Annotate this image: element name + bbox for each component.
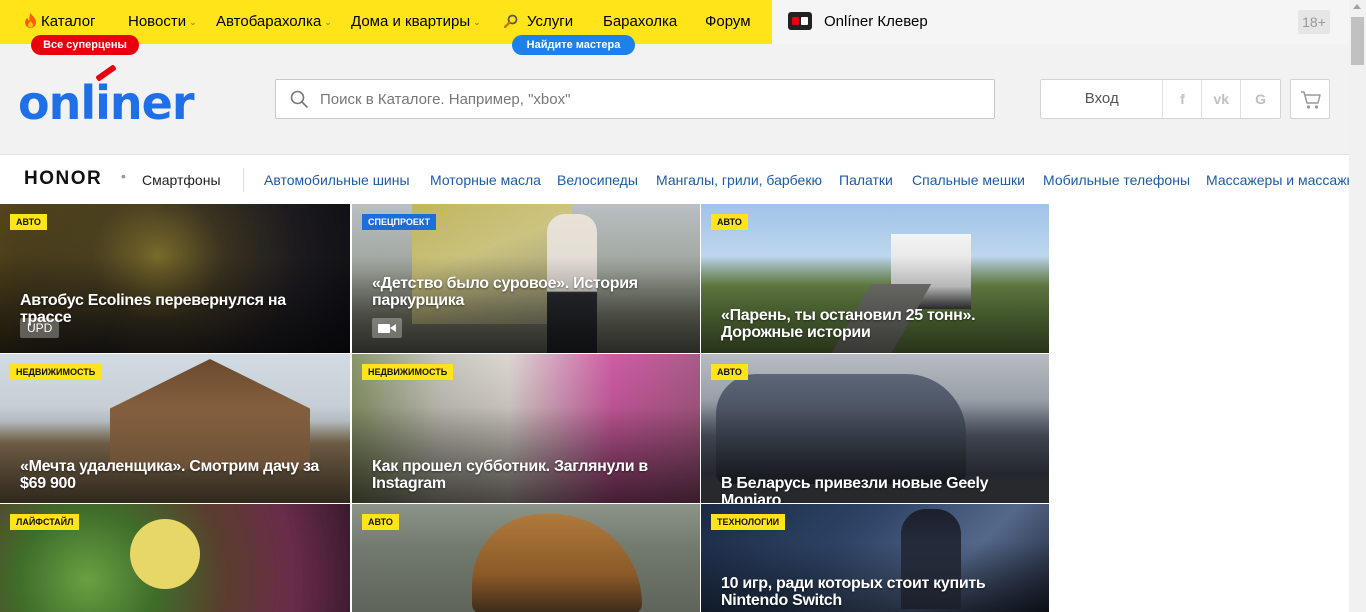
- news-tag[interactable]: Авто: [362, 514, 399, 530]
- nav-catalog[interactable]: Каталог: [24, 13, 96, 30]
- news-card[interactable]: Недвижимость Как прошел субботник. Загля…: [352, 354, 700, 503]
- nav-auto-market-label: Автобарахолка: [216, 13, 322, 30]
- news-card[interactable]: Авто В Беларусь привезли новые Geely Mon…: [701, 354, 1049, 503]
- page-scrollbar[interactable]: [1349, 0, 1366, 612]
- news-tag[interactable]: Лайфстайл: [10, 514, 80, 530]
- video-camera-icon: [372, 318, 402, 338]
- nav-services-label: Услуги: [527, 13, 574, 30]
- catalog-strip: HONOR • Смартфоны Автомобильные шины Мот…: [0, 154, 1349, 204]
- chevron-down-icon: ⌄: [473, 17, 481, 27]
- smartphones-link[interactable]: Смартфоны: [142, 172, 221, 188]
- nav-flea-market[interactable]: Барахолка: [603, 13, 677, 30]
- news-tag[interactable]: Авто: [10, 214, 47, 230]
- google-icon[interactable]: G: [1241, 80, 1280, 118]
- facebook-icon[interactable]: f: [1163, 80, 1203, 118]
- lemon-shape: [130, 519, 200, 589]
- nav-catalog-label: Каталог: [41, 13, 96, 30]
- nav-forum-label: Форум: [705, 13, 751, 30]
- find-master-badge[interactable]: Найдите мастера: [512, 35, 635, 55]
- scroll-up-arrow-icon[interactable]: [1353, 4, 1361, 9]
- news-grid: Авто Автобус Ecolines перевернулся на тр…: [0, 204, 1049, 612]
- nav-flea-market-label: Барахолка: [603, 13, 678, 30]
- login-button[interactable]: Вход: [1041, 80, 1164, 118]
- honor-brand-link[interactable]: HONOR: [24, 168, 102, 190]
- news-title[interactable]: «Парень, ты остановил 25 тонн». Дорожные…: [721, 307, 1031, 341]
- strip-link-mobile-phones[interactable]: Мобильные телефоны: [1043, 172, 1190, 188]
- news-tag[interactable]: Авто: [711, 364, 748, 380]
- news-card[interactable]: Авто Автобус Ecolines перевернулся на тр…: [0, 204, 350, 353]
- news-tag[interactable]: Недвижимость: [10, 364, 102, 380]
- superprices-badge[interactable]: Все суперцены: [31, 35, 139, 55]
- news-tag[interactable]: Недвижимость: [362, 364, 454, 380]
- catalog-search: [275, 79, 995, 119]
- news-card[interactable]: Недвижимость «Мечта удаленщика». Смотрим…: [0, 354, 350, 503]
- strip-link-tires[interactable]: Автомобильные шины: [264, 172, 410, 188]
- nav-auto-market[interactable]: Автобарахолка ⌄: [216, 13, 332, 30]
- news-title[interactable]: 10 игр, ради которых стоит купить Ninten…: [721, 575, 1031, 609]
- search-input[interactable]: [320, 80, 980, 118]
- strip-dot: •: [121, 168, 126, 184]
- vk-icon[interactable]: vk: [1202, 80, 1242, 118]
- chevron-down-icon: ⌄: [324, 17, 332, 27]
- klever-link[interactable]: Onlíner Клевер: [788, 12, 928, 30]
- news-card[interactable]: Авто: [352, 504, 700, 612]
- news-title[interactable]: В Беларусь привезли новые Geely Monjaro: [721, 475, 1031, 503]
- chevron-down-icon: ⌄: [189, 17, 197, 27]
- nav-forum[interactable]: Форум: [705, 13, 751, 30]
- news-card[interactable]: Технологии 10 игр, ради которых стоит ку…: [701, 504, 1049, 612]
- cart-icon: [1300, 90, 1322, 110]
- strip-link-grills[interactable]: Мангалы, грили, барбекю: [656, 172, 822, 188]
- news-title[interactable]: Как прошел субботник. Заглянули в Instag…: [372, 458, 682, 492]
- auth-panel: Вход f vk G: [1040, 79, 1281, 119]
- nav-realty-label: Дома и квартиры: [351, 13, 471, 30]
- top-bar: Каталог Новости ⌄ Автобарахолка ⌄ Дома и к…: [0, 0, 1349, 44]
- news-tag[interactable]: Спецпроект: [362, 214, 437, 230]
- cart-button[interactable]: [1290, 79, 1330, 119]
- news-title[interactable]: «Детство было суровое». История паркурщи…: [372, 275, 682, 309]
- news-card[interactable]: Авто «Парень, ты остановил 25 тонн». Дор…: [701, 204, 1049, 353]
- flame-icon: [24, 13, 37, 28]
- nav-services[interactable]: Услуги: [503, 13, 574, 30]
- nav-realty[interactable]: Дома и квартиры ⌄: [351, 13, 481, 30]
- news-title[interactable]: Автобус Ecolines перевернулся на трассе: [20, 292, 330, 326]
- nav-news[interactable]: Новости ⌄: [128, 13, 197, 30]
- strip-link-bicycles[interactable]: Велосипеды: [557, 172, 638, 188]
- onliner-logo[interactable]: onliner: [18, 76, 195, 130]
- magnifier-icon: [503, 14, 518, 29]
- strip-link-motor-oils[interactable]: Моторные масла: [430, 172, 541, 188]
- klever-label: Onlíner Клевер: [824, 12, 928, 30]
- news-card[interactable]: Лайфстайл: [0, 504, 350, 612]
- strip-link-tents[interactable]: Палатки: [839, 172, 893, 188]
- nav-news-label: Новости: [128, 13, 187, 30]
- strip-link-massagers[interactable]: Массажеры и массажные: [1206, 172, 1349, 188]
- klever-card-icon: [788, 12, 812, 30]
- update-badge: UPD: [20, 318, 60, 338]
- news-card[interactable]: Спецпроект «Детство было суровое». Истор…: [352, 204, 700, 353]
- search-icon: [290, 90, 308, 108]
- strip-link-sleeping-bags[interactable]: Спальные мешки: [912, 172, 1025, 188]
- news-title[interactable]: «Мечта удаленщика». Смотрим дачу за $69 …: [20, 458, 330, 492]
- scroll-thumb[interactable]: [1351, 17, 1364, 65]
- strip-divider: [243, 168, 244, 192]
- news-tag[interactable]: Технологии: [711, 514, 786, 530]
- news-tag[interactable]: Авто: [711, 214, 748, 230]
- age-rating-badge: 18+: [1298, 10, 1330, 34]
